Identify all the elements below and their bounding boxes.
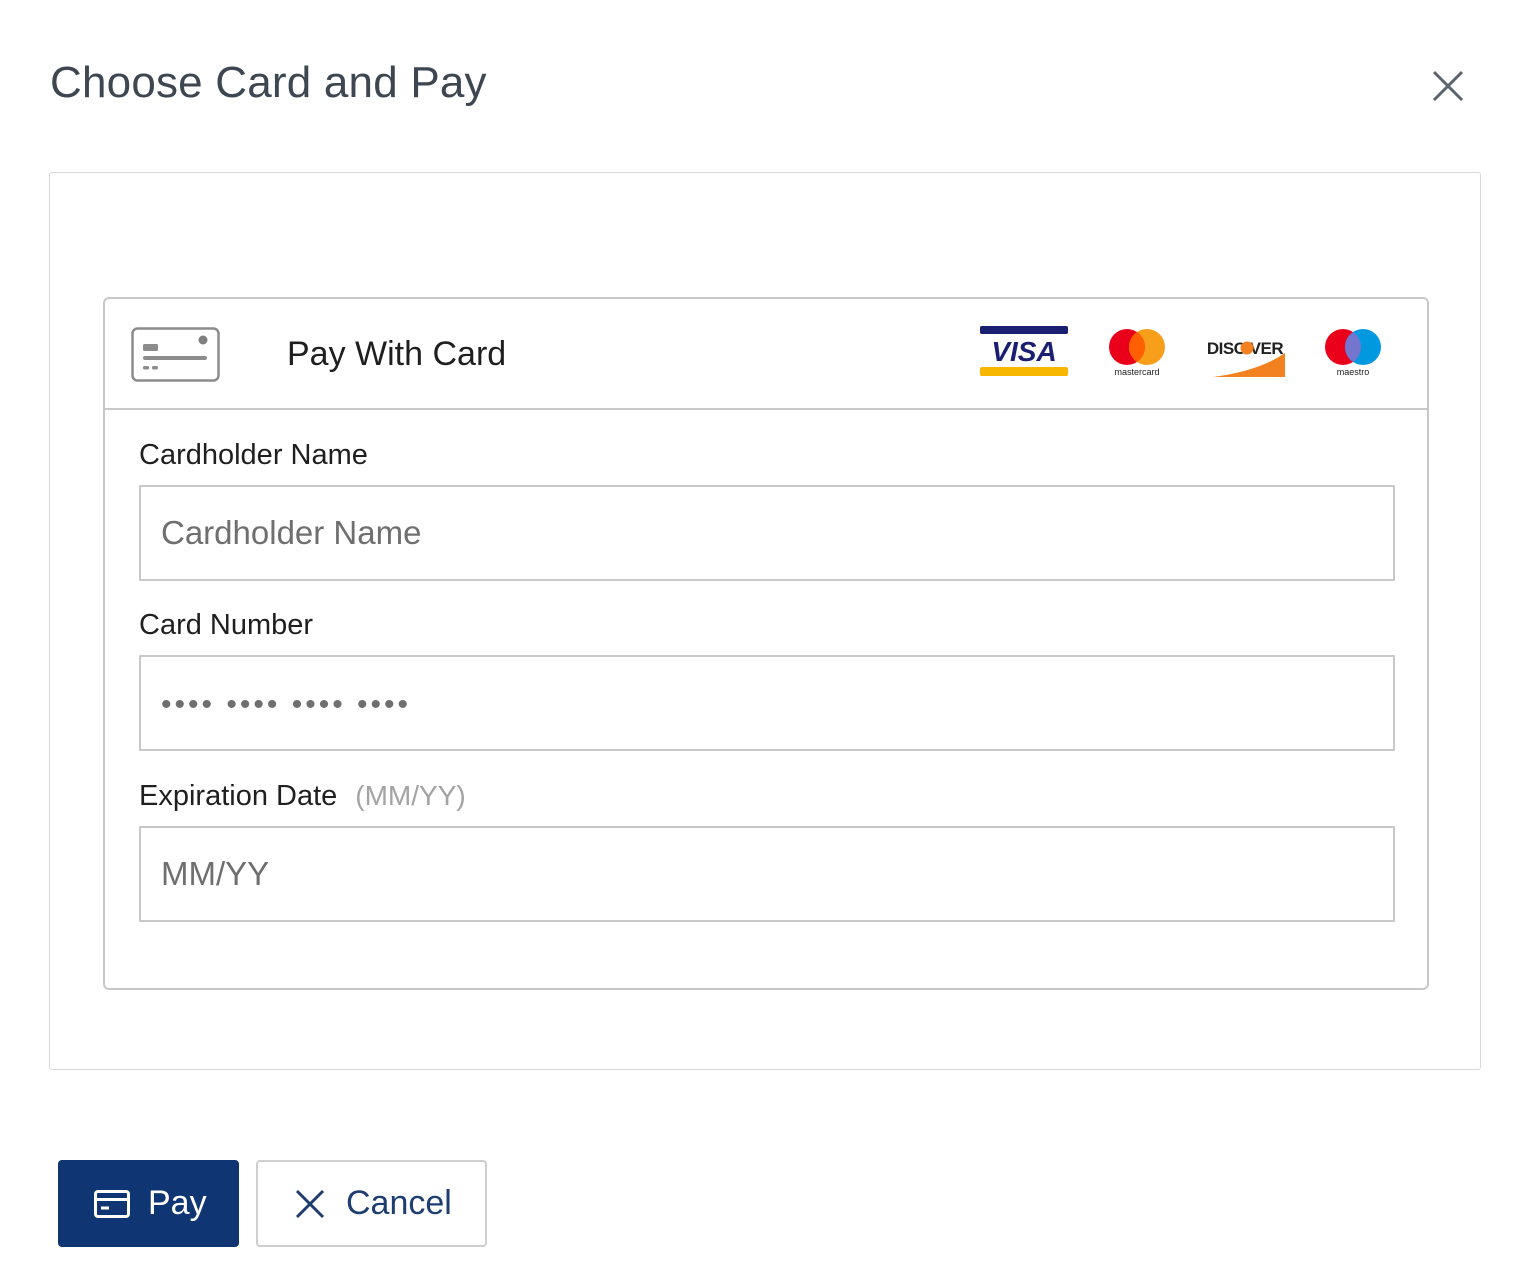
expiration-date-input[interactable] — [139, 826, 1395, 922]
mastercard-logo: mastercard — [1109, 329, 1165, 377]
svg-text:VISA: VISA — [991, 336, 1056, 367]
pay-button[interactable]: Pay — [58, 1160, 239, 1247]
card-number-label: Card Number — [139, 609, 314, 641]
card-header-title: Pay With Card — [287, 335, 507, 373]
card-header: Pay With Card VISA mastercard DISC VER m… — [105, 299, 1427, 410]
cancel-button-label: Cancel — [346, 1184, 452, 1222]
card-number-input[interactable] — [139, 655, 1395, 751]
pay-button-label: Pay — [148, 1184, 207, 1222]
credit-card-icon — [131, 327, 220, 382]
dialog-title: Choose Card and Pay — [50, 58, 487, 107]
discover-logo: DISC VER — [1207, 339, 1285, 377]
expiration-date-label-row: Expiration Date (MM/YY) — [139, 780, 466, 813]
cardholder-name-label: Cardholder Name — [139, 439, 368, 471]
svg-text:mastercard: mastercard — [1114, 367, 1159, 377]
close-icon — [1432, 70, 1464, 102]
close-button[interactable] — [1424, 62, 1472, 110]
cardholder-name-input[interactable] — [139, 485, 1395, 581]
svg-text:maestro: maestro — [1337, 367, 1370, 377]
cancel-button[interactable]: Cancel — [256, 1160, 487, 1247]
maestro-logo: maestro — [1325, 329, 1381, 377]
credit-card-icon — [94, 1189, 130, 1218]
pay-with-card-box: Pay With Card VISA mastercard DISC VER m… — [103, 297, 1429, 990]
expiration-date-hint: (MM/YY) — [355, 780, 466, 811]
expiration-date-label: Expiration Date — [139, 780, 338, 812]
close-icon — [295, 1189, 325, 1218]
visa-logo: VISA — [980, 326, 1068, 376]
